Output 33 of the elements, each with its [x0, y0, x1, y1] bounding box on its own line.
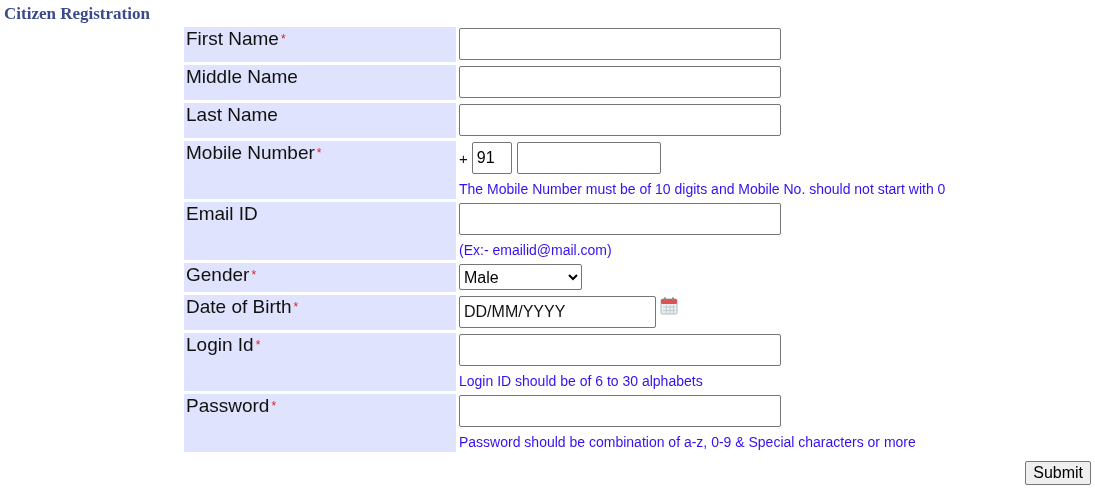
hint-text: Login ID should be of 6 to 30 alphabets [459, 373, 704, 389]
field-label: Email ID [186, 203, 258, 224]
hint-text: The Mobile Number must be of 10 digits and Mobile No. should not start with 0 [459, 181, 946, 197]
text-field[interactable] [459, 104, 781, 136]
field-label: Date of Birth [186, 296, 292, 317]
text-field[interactable] [459, 203, 781, 235]
required-mark: * [255, 338, 261, 352]
text-field[interactable] [459, 334, 781, 366]
text-field[interactable] [459, 395, 781, 427]
field-label: Gender [186, 264, 250, 285]
field-label: Last Name [186, 104, 278, 125]
gender-dropdown[interactable]: Male [459, 264, 582, 290]
required-mark: * [280, 32, 286, 46]
plus-sign: + [459, 149, 468, 167]
field-label: First Name [186, 28, 279, 49]
date-field[interactable]: DD/MM/YYYY [459, 296, 656, 328]
page-title: Citizen Registration [4, 4, 151, 24]
field-label: Mobile Number [186, 142, 315, 163]
calendar-icon[interactable] [660, 297, 678, 315]
text-field[interactable] [459, 28, 781, 60]
required-mark: * [293, 300, 299, 314]
hint-text: (Ex:- emailid@mail.com) [459, 242, 613, 258]
text-field[interactable] [459, 66, 781, 98]
mobile-field[interactable] [516, 142, 661, 174]
field-label: Middle Name [186, 66, 298, 87]
required-mark: * [251, 268, 257, 282]
hint-text: Password should be combination of a-z, 0-9 & Special characters or more [459, 434, 917, 450]
required-mark: * [316, 146, 322, 160]
submit-button[interactable]: Submit [1025, 461, 1091, 485]
field-label: Login Id [186, 334, 254, 355]
country-code-field[interactable]: 91 [471, 142, 512, 174]
field-label: Password [186, 395, 270, 416]
required-mark: * [271, 399, 277, 413]
